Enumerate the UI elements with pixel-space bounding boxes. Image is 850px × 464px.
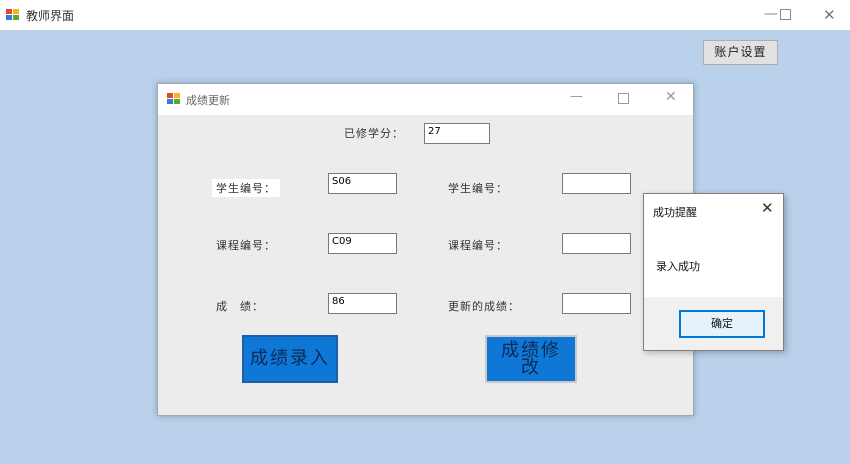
credits-field[interactable]: 27: [424, 123, 490, 144]
grade-modify-label-line2: 改: [521, 357, 541, 378]
grade-modify-button[interactable]: 成绩修 改: [485, 335, 577, 383]
window-title: 教师界面: [26, 9, 75, 23]
dialog-maximize-button[interactable]: [618, 93, 629, 104]
course-id-label: 课程编号：: [216, 239, 276, 252]
dialog-titlebar: 成绩更新 — ✕: [158, 84, 693, 115]
success-message-box: 成功提醒 ✕ 录入成功 确定: [643, 193, 784, 351]
student-id-label: 学生编号：: [212, 179, 280, 197]
dialog-close-button[interactable]: ✕: [665, 89, 677, 105]
grade-update-dialog: 成绩更新 — ✕ 已修学分： 27 学生编号： S06 学生编号： 课程编号： …: [157, 83, 694, 416]
new-score-field[interactable]: [562, 293, 631, 314]
close-button[interactable]: ✕: [823, 6, 836, 24]
student-id-label-right: 学生编号：: [448, 182, 508, 195]
dialog-icon: [167, 93, 181, 105]
message-box-footer: 确定: [644, 297, 783, 350]
ok-button[interactable]: 确定: [679, 310, 765, 338]
main-titlebar: 教师界面 — ✕: [0, 0, 850, 30]
message-text: 录入成功: [656, 260, 700, 273]
app-icon: [6, 9, 20, 21]
account-settings-button[interactable]: 账户设置: [703, 40, 778, 65]
dialog-minimize-button[interactable]: —: [570, 89, 583, 104]
course-id-field-right[interactable]: [562, 233, 631, 254]
score-field[interactable]: 86: [328, 293, 397, 314]
message-box-title: 成功提醒: [653, 206, 697, 219]
student-id-field-right[interactable]: [562, 173, 631, 194]
message-box-close-button[interactable]: ✕: [761, 199, 774, 217]
maximize-button[interactable]: [780, 9, 791, 20]
dialog-title: 成绩更新: [186, 94, 230, 107]
course-id-field[interactable]: C09: [328, 233, 397, 254]
score-label: 成 绩：: [216, 300, 264, 313]
credits-label: 已修学分：: [344, 127, 404, 140]
new-score-label: 更新的成绩：: [448, 300, 520, 313]
student-id-field[interactable]: S06: [328, 173, 397, 194]
grade-enter-button[interactable]: 成绩录入: [242, 335, 338, 383]
course-id-label-right: 课程编号：: [448, 239, 508, 252]
